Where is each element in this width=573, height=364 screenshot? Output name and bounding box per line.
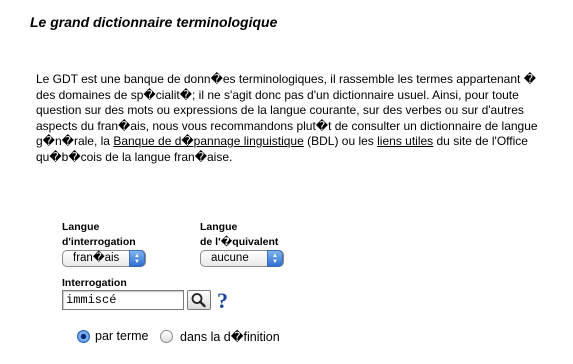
useful-links-link[interactable]: liens utiles xyxy=(377,134,433,148)
radio-par-terme[interactable] xyxy=(77,330,90,343)
radio-dans-la-definition[interactable] xyxy=(160,330,173,343)
select-arrows-icon: ▲ ▼ xyxy=(267,250,283,267)
magnifier-icon xyxy=(191,293,206,308)
interrogation-language-select[interactable]: fran�ais ▲ ▼ xyxy=(62,250,146,267)
equivalent-language-select[interactable]: aucune ▲ ▼ xyxy=(200,250,284,267)
intro-paragraph: Le GDT est une banque de donn�es termino… xyxy=(36,72,556,165)
interrogation-language-label-line1: Langue xyxy=(62,221,100,233)
select-arrows-icon: ▲ ▼ xyxy=(129,250,145,267)
intro-text-part2: (BDL) ou les xyxy=(303,134,378,148)
query-label: Interrogation xyxy=(62,277,127,289)
query-input[interactable]: immiscé xyxy=(62,290,184,310)
search-button[interactable] xyxy=(187,290,211,310)
interrogation-language-value: fran�ais xyxy=(73,252,120,264)
bdl-link[interactable]: Banque de d�pannage linguistique xyxy=(113,134,303,148)
equivalent-language-label-line1: Langue xyxy=(200,221,238,233)
interrogation-language-label-line2: d'interrogation xyxy=(62,236,136,248)
radio-dans-la-definition-label: dans la d�finition xyxy=(180,330,280,344)
page-title: Le grand dictionnaire terminologique xyxy=(30,14,278,30)
equivalent-language-value: aucune xyxy=(211,252,249,264)
equivalent-language-label-line2: de l'�quivalent xyxy=(200,236,279,248)
radio-par-terme-label: par terme xyxy=(95,329,149,343)
help-icon[interactable]: ? xyxy=(217,289,228,313)
